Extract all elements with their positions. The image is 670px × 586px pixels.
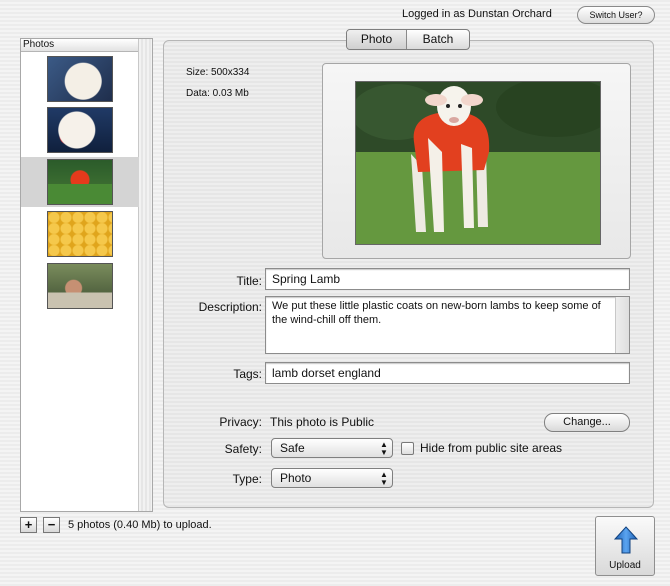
lamb-photo-image <box>356 82 600 244</box>
tags-label: Tags: <box>233 367 262 381</box>
title-label: Title: <box>236 274 262 288</box>
description-scrollbar[interactable] <box>615 297 629 353</box>
tab-batch[interactable]: Batch <box>407 30 469 49</box>
description-text: We put these little plastic coats on new… <box>272 300 601 326</box>
photo-list-item-4[interactable] <box>21 209 139 259</box>
photos-list[interactable]: Photos <box>20 38 153 512</box>
add-photo-button[interactable]: + <box>20 517 37 533</box>
hide-from-public-label[interactable]: Hide from public site areas <box>420 441 562 455</box>
tags-input[interactable]: lamb dorset england <box>265 362 630 384</box>
type-select[interactable]: Photo ▲ ▼ <box>271 468 393 488</box>
privacy-value: This photo is Public <box>270 415 375 429</box>
photo-size-info: Size: 500x334 <box>186 67 250 78</box>
photo-list-item-1[interactable] <box>21 54 139 104</box>
photo-preview <box>355 81 601 245</box>
description-textarea[interactable]: We put these little plastic coats on new… <box>265 296 630 354</box>
privacy-label: Privacy: <box>219 415 262 429</box>
description-label: Description: <box>198 300 262 314</box>
upload-summary: 5 photos (0.40 Mb) to upload. <box>68 519 212 531</box>
hide-from-public-checkbox[interactable] <box>401 442 414 455</box>
safety-select[interactable]: Safe ▲ ▼ <box>271 438 393 458</box>
photo-thumbnail-lamb <box>47 159 113 205</box>
photo-thumbnail-yellow-pattern <box>47 211 113 257</box>
safety-label: Safety: <box>224 442 262 456</box>
photo-thumbnail-person <box>47 263 113 309</box>
upload-arrow-icon <box>614 526 638 554</box>
logged-in-text: Logged in as Dunstan Orchard <box>402 8 552 20</box>
photos-list-scrollbar[interactable] <box>138 39 152 511</box>
photo-list-item-5[interactable] <box>21 261 139 311</box>
remove-photo-button[interactable]: − <box>43 517 60 533</box>
view-tabs: Photo Batch <box>346 29 470 50</box>
tab-photo[interactable]: Photo <box>347 30 407 49</box>
type-label: Type: <box>232 472 262 486</box>
change-privacy-button[interactable]: Change... <box>544 413 630 432</box>
title-input[interactable]: Spring Lamb <box>265 268 630 290</box>
chevron-updown-icon: ▲ ▼ <box>380 440 388 457</box>
photo-list-item-2[interactable] <box>21 105 139 155</box>
upload-button[interactable]: Upload <box>595 516 655 576</box>
safety-select-value: Safe <box>280 441 305 455</box>
photo-thumbnail-dog-face <box>47 107 113 153</box>
photo-thumbnail-bulldog <box>47 56 113 102</box>
upload-label: Upload <box>609 560 641 571</box>
image-well <box>322 63 631 259</box>
switch-user-button[interactable]: Switch User? <box>577 6 655 24</box>
photo-data-info: Data: 0.03 Mb <box>186 88 249 99</box>
photo-list-item-3-selected[interactable] <box>21 157 139 207</box>
photos-list-header: Photos <box>21 39 139 52</box>
chevron-updown-icon: ▲ ▼ <box>380 470 388 487</box>
type-select-value: Photo <box>280 471 312 485</box>
